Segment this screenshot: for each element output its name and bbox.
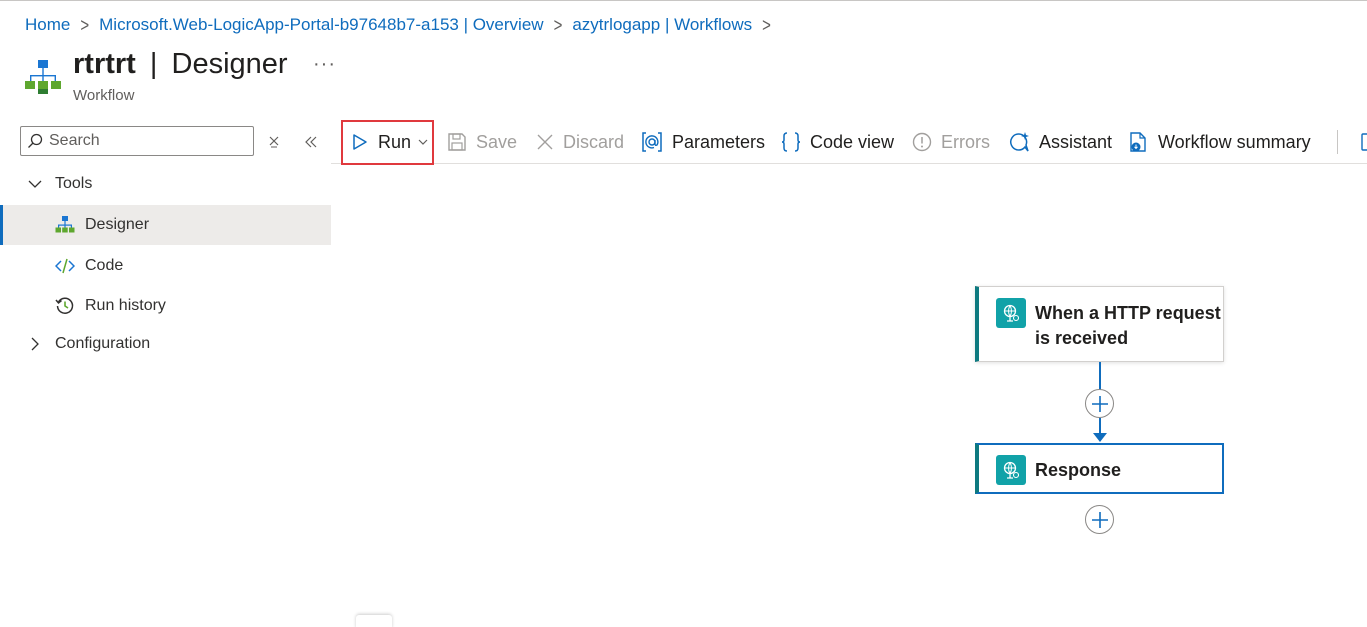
code-view-label: Code view: [810, 131, 895, 152]
breadcrumb-logic-app-overview[interactable]: Microsoft.Web-LogicApp-Portal-b97648b7-a…: [99, 15, 543, 35]
discard-label: Discard: [563, 131, 625, 152]
more-options-button[interactable]: ···: [313, 53, 336, 76]
breadcrumb-separator-icon: >: [762, 13, 771, 37]
toolbar-divider: [1337, 130, 1338, 154]
response-icon: [996, 455, 1026, 485]
parameters-icon: [642, 132, 662, 152]
clear-filter-button[interactable]: [263, 131, 285, 153]
top-border: [0, 0, 1367, 1]
braces-icon: [781, 132, 801, 152]
action-title: Response: [1035, 460, 1122, 480]
run-label: Run: [378, 131, 412, 152]
plus-icon: [1091, 511, 1108, 528]
nav-group-tools[interactable]: Tools: [0, 165, 331, 203]
page-name: Designer: [171, 48, 288, 80]
chevron-down-icon: [418, 139, 428, 145]
close-icon: [537, 134, 553, 150]
parameters-button[interactable]: Parameters: [641, 120, 765, 164]
save-label: Save: [476, 131, 518, 152]
chevron-down-icon: [28, 180, 42, 188]
clear-icon: [269, 136, 279, 148]
trigger-title: When a HTTP request is received: [1035, 301, 1221, 351]
collapse-sidebar-button[interactable]: [300, 131, 322, 153]
connector-line: [1099, 362, 1101, 390]
parameters-label: Parameters: [672, 131, 766, 152]
action-card-response[interactable]: Response: [975, 443, 1224, 494]
double-chevron-left-icon: [305, 136, 317, 148]
run-button[interactable]: Run: [351, 120, 428, 164]
search-input[interactable]: [49, 132, 239, 150]
chevron-right-icon: [31, 337, 39, 351]
sidebar-search: [20, 126, 254, 156]
page-subtitle: Workflow: [73, 87, 135, 104]
breadcrumb: Home > Microsoft.Web-LogicApp-Portal-b97…: [25, 14, 781, 36]
http-request-icon: [996, 298, 1026, 328]
trigger-title-line: When a HTTP request: [1035, 303, 1221, 323]
connector-arrow-icon: [1093, 433, 1107, 442]
play-icon: [353, 134, 367, 150]
insert-step-button[interactable]: [1085, 389, 1114, 418]
breadcrumb-separator-icon: >: [80, 13, 90, 37]
save-icon: [448, 133, 466, 151]
sidebar-item-code[interactable]: Code: [0, 246, 331, 286]
sidebar-item-designer[interactable]: Designer: [0, 205, 331, 245]
sidebar-item-label: Code: [85, 257, 124, 274]
designer-toolbar: Run Save Discard Parameters Code view Er…: [331, 120, 1367, 165]
code-icon: [55, 258, 75, 274]
error-icon: [912, 132, 932, 152]
discard-button[interactable]: Discard: [536, 120, 624, 164]
title-separator: |: [149, 48, 158, 80]
trigger-title-line: is received: [1035, 328, 1129, 348]
assistant-button[interactable]: Assistant: [1008, 120, 1112, 164]
workflow-name: rtrtrt: [73, 48, 136, 80]
panel-toggle-button[interactable]: [356, 615, 392, 627]
search-icon: [28, 133, 43, 148]
breadcrumb-workflows[interactable]: azytrlogapp | Workflows: [572, 15, 752, 35]
nav-group-label: Configuration: [55, 335, 151, 352]
breadcrumb-home[interactable]: Home: [25, 15, 70, 35]
sidebar-item-label: Run history: [85, 297, 166, 314]
add-step-button[interactable]: [1085, 505, 1114, 534]
errors-button[interactable]: Errors: [912, 120, 990, 164]
workflow-icon: [25, 60, 61, 94]
trigger-card-http-request[interactable]: When a HTTP request is received: [975, 286, 1224, 362]
run-history-icon: [55, 297, 74, 314]
assistant-label: Assistant: [1039, 131, 1113, 152]
sidebar-item-label: Designer: [85, 216, 150, 233]
errors-label: Errors: [941, 131, 990, 152]
designer-icon: [55, 216, 75, 233]
breadcrumb-separator-icon: >: [553, 13, 563, 37]
workflow-summary-label: Workflow summary: [1158, 131, 1311, 152]
workflow-summary-icon: [1130, 132, 1146, 152]
sidebar-item-run-history[interactable]: Run history: [0, 286, 331, 326]
assistant-icon: [1010, 132, 1029, 152]
overflow-toolbar-button[interactable]: [1361, 120, 1367, 164]
code-view-button[interactable]: Code view: [781, 120, 894, 164]
save-button[interactable]: Save: [447, 120, 517, 164]
overflow-icon: [1361, 133, 1367, 151]
plus-icon: [1091, 395, 1108, 412]
page-title: rtrtrt | Designer: [73, 48, 288, 81]
nav-group-configuration[interactable]: Configuration: [0, 325, 331, 363]
nav-group-label: Tools: [55, 175, 93, 192]
workflow-summary-button[interactable]: Workflow summary: [1127, 120, 1311, 164]
